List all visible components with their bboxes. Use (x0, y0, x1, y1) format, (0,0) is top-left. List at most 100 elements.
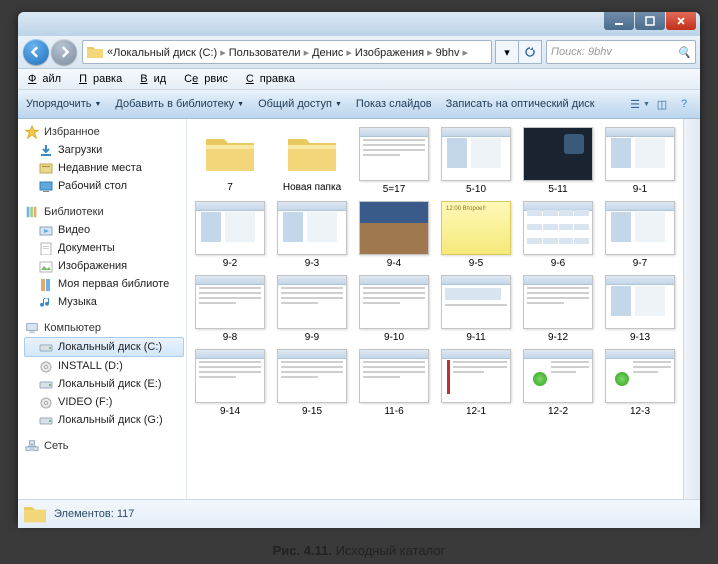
file-item[interactable]: 9-1 (601, 127, 679, 195)
navigation-pane: Избранное Загрузки Недавние места Рабочий … (18, 119, 187, 499)
thumbnail (441, 349, 511, 403)
sidebar-item[interactable]: Локальный диск (G:) (24, 411, 184, 429)
network-icon (24, 439, 40, 453)
sidebar-favorites-header[interactable]: Избранное (24, 125, 184, 139)
file-item[interactable]: Новая папка (273, 127, 351, 195)
breadcrumb-segment[interactable]: Изображения (355, 47, 424, 59)
file-item[interactable]: 9-13 (601, 275, 679, 343)
thumbnail (441, 127, 511, 181)
chevron-right-icon: ▸ (427, 47, 433, 59)
menu-service[interactable]: Сервис (184, 73, 234, 85)
menu-edit[interactable]: Правка (79, 73, 128, 85)
menu-file[interactable]: Файл (28, 73, 67, 85)
sidebar-network-header[interactable]: Сеть (24, 439, 184, 453)
file-item[interactable]: 9-3 (273, 201, 351, 269)
thumbnail (605, 349, 675, 403)
file-item[interactable]: 9-6 (519, 201, 597, 269)
file-name: 5=17 (383, 184, 406, 195)
titlebar[interactable] (18, 12, 700, 36)
sidebar-item[interactable]: Видео (24, 221, 184, 239)
breadcrumb-segment[interactable]: 9bhv (436, 47, 460, 59)
address-bar[interactable]: « Локальный диск (C:)▸Пользователи▸Денис… (82, 40, 492, 64)
menu-view[interactable]: Вид (140, 73, 172, 85)
file-item[interactable]: 12-3 (601, 349, 679, 417)
sidebar-item-label: INSTALL (D:) (58, 360, 123, 372)
address-dropdown-button[interactable]: ▾ (495, 40, 519, 64)
file-item[interactable]: 7 (191, 127, 269, 195)
sidebar-item[interactable]: Рабочий стол (24, 177, 184, 195)
file-name: 11-6 (384, 406, 403, 417)
file-item[interactable]: 9-8 (191, 275, 269, 343)
figure-caption: Рис. 4.11. Исходный каталог (0, 543, 718, 558)
toolbar: Упорядочить▼ Добавить в библиотеку▼ Общи… (18, 90, 700, 119)
preview-pane-button[interactable]: ◫ (654, 96, 670, 112)
minimize-button[interactable] (604, 12, 634, 30)
sidebar-item[interactable]: Моя первая библиоте (24, 275, 184, 293)
thumbnail (441, 275, 511, 329)
file-item[interactable]: 9-7 (601, 201, 679, 269)
sidebar-libraries-header[interactable]: Библиотеки (24, 205, 184, 219)
file-item[interactable]: 12-1 (437, 349, 515, 417)
file-item[interactable]: 9-14 (191, 349, 269, 417)
sidebar-item-label: Документы (58, 242, 115, 254)
sidebar-item[interactable]: INSTALL (D:) (24, 357, 184, 375)
back-button[interactable] (23, 39, 49, 65)
file-name: 9-12 (548, 332, 568, 343)
search-icon: 🔍 (677, 46, 691, 59)
file-item[interactable]: 5-10 (437, 127, 515, 195)
maximize-button[interactable] (635, 12, 665, 30)
file-item[interactable]: 9-15 (273, 349, 351, 417)
sidebar-computer: Компьютер Локальный диск (C:) INSTALL (D:… (24, 321, 184, 429)
help-button[interactable]: ? (676, 96, 692, 112)
sidebar-item[interactable]: Музыка (24, 293, 184, 311)
sidebar-item-label: Моя первая библиоте (58, 278, 169, 290)
star-icon (24, 125, 40, 139)
breadcrumb-segment[interactable]: Пользователи (229, 47, 301, 59)
sidebar-item-label: Недавние места (58, 162, 142, 174)
menu-help[interactable]: Справка (246, 73, 301, 85)
breadcrumb-segment[interactable]: Денис (312, 47, 343, 59)
sidebar-item[interactable]: Недавние места (24, 159, 184, 177)
file-item[interactable]: 5=17 (355, 127, 433, 195)
image-icon (38, 259, 54, 273)
sidebar-item[interactable]: Документы (24, 239, 184, 257)
file-item[interactable]: 9-4 (355, 201, 433, 269)
file-name: 9-13 (630, 332, 650, 343)
file-list[interactable]: 7 Новая папка 5=17 5-105-119-1 9-2 9-3 9-412:0… (187, 119, 683, 499)
sidebar-item[interactable]: Изображения (24, 257, 184, 275)
file-item[interactable]: 9-2 (191, 201, 269, 269)
sidebar-item[interactable]: VIDEO (F:) (24, 393, 184, 411)
file-item[interactable]: 12-2 (519, 349, 597, 417)
toolbar-add-library[interactable]: Добавить в библиотеку▼ (115, 98, 244, 110)
file-item[interactable]: 11-6 (355, 349, 433, 417)
toolbar-slideshow[interactable]: Показ слайдов (356, 98, 432, 110)
file-name: 9-14 (220, 406, 240, 417)
sidebar-computer-header[interactable]: Компьютер (24, 321, 184, 335)
breadcrumb-segment[interactable]: Локальный диск (C:) (113, 47, 217, 59)
file-name: 9-3 (305, 258, 319, 269)
view-mode-button[interactable]: ☰▼ (632, 96, 648, 112)
sidebar-item[interactable]: Загрузки (24, 141, 184, 159)
toolbar-organize[interactable]: Упорядочить▼ (26, 98, 101, 110)
sidebar-network: Сеть (24, 439, 184, 453)
file-item[interactable]: 12:00 Второе!!9-5 (437, 201, 515, 269)
forward-button[interactable] (51, 39, 77, 65)
search-input[interactable]: Поиск: 9bhv 🔍 (546, 40, 696, 64)
menu-bar: Файл Правка Вид Сервис Справка (18, 69, 700, 90)
chevron-right-icon: ▸ (462, 47, 468, 59)
thumbnail (277, 201, 347, 255)
file-item[interactable]: 9-9 (273, 275, 351, 343)
close-button[interactable] (666, 12, 696, 30)
file-item[interactable]: 9-10 (355, 275, 433, 343)
sidebar-item[interactable]: Локальный диск (C:) (24, 337, 184, 357)
toolbar-share[interactable]: Общий доступ▼ (258, 98, 342, 110)
toolbar-burn[interactable]: Записать на оптический диск (446, 98, 595, 110)
file-item[interactable]: 9-11 (437, 275, 515, 343)
sidebar-item[interactable]: Локальный диск (E:) (24, 375, 184, 393)
file-item[interactable]: 9-12 (519, 275, 597, 343)
disk-icon (38, 413, 54, 427)
file-name: 7 (227, 182, 233, 193)
refresh-button[interactable] (518, 40, 542, 64)
vertical-scrollbar[interactable] (683, 119, 700, 499)
file-item[interactable]: 5-11 (519, 127, 597, 195)
